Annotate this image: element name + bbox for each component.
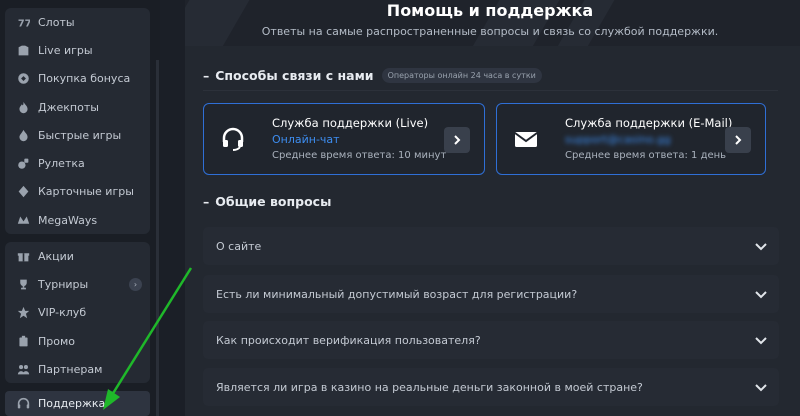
svg-text:77: 77 [17,18,29,28]
sidebar-item-label: Покупка бонуса [38,72,131,86]
sidebar-item-tournaments[interactable]: Турниры › [5,270,150,298]
sidebar-item-label: Поддержка [38,397,106,410]
card-games-icon [16,185,30,199]
email-response-time: Среднее время ответа: 1 день [565,150,727,161]
sidebar-item-label: Live игры [38,43,93,57]
sidebar-item-promo[interactable]: Промо [5,327,150,355]
faq-question: Как происходит верификация пользователя? [216,333,481,347]
sidebar-item-vip-club[interactable]: VIP-клуб [5,299,150,327]
email-support-open-button[interactable] [725,127,751,153]
partners-icon [16,362,30,376]
star-icon [16,306,30,320]
faq-question: Является ли игра в казино на реальные де… [216,380,643,394]
fast-games-icon [16,128,30,142]
jackpot-flame-icon [16,100,30,114]
tournaments-expand-badge[interactable]: › [129,277,142,291]
sidebar-item-promotions[interactable]: Акции [5,242,150,270]
gift-icon [16,249,30,263]
chevron-down-icon [755,384,767,392]
sidebar-item-bonus-buy[interactable]: Покупка бонуса [5,65,150,93]
sidebar: 77 Слоты Live игры Покупка бонуса Джекпо… [0,0,160,416]
faq-item[interactable]: Есть ли минимальный допустимый возраст д… [203,275,779,313]
live-support-title: Служба поддержки (Live) [272,116,429,130]
sidebar-item-label: Карточные игры [38,185,134,199]
mail-icon [513,126,539,152]
roulette-icon [16,157,30,171]
email-support-title: Служба поддержки (E-Mail) [565,116,733,130]
faq-heading-text: Общие вопросы [215,194,332,209]
sidebar-item-support[interactable]: Поддержка [5,391,150,416]
headset-icon [220,126,246,152]
faq-item[interactable]: Является ли игра в казино на реальные де… [203,368,779,406]
chevron-right-icon [454,135,461,145]
sidebar-item-jackpots[interactable]: Джекпоты [5,93,150,121]
sidebar-scrollbar[interactable] [156,60,159,416]
sidebar-item-label: VIP-клуб [38,306,87,320]
sidebar-games-group: 77 Слоты Live игры Покупка бонуса Джекпо… [5,8,150,235]
sidebar-item-label: Акции [38,249,74,263]
faq-section-heading: – Общие вопросы [203,194,332,209]
promo-icon [16,334,30,348]
live-response-time: Среднее время ответа: 10 минут [272,150,447,161]
sidebar-promo-group: Акции Турниры › VIP-клуб Промо Партнерам [5,242,150,384]
contact-section-heading: – Способы связи с нами Операторы онлайн … [203,68,542,83]
live-games-icon [16,43,30,57]
operators-online-badge: Операторы онлайн 24 часа в сутки [381,68,542,83]
trophy-icon [16,277,30,291]
live-support-card[interactable]: Служба поддержки (Live) Онлайн-чат Средн… [203,103,485,175]
chevron-down-icon [755,291,767,299]
support-email-link[interactable]: support@casino.gg [565,133,671,146]
sidebar-item-roulette[interactable]: Рулетка [5,149,150,177]
chevron-right-icon [735,135,742,145]
sidebar-item-label: Партнерам [38,362,103,376]
megaways-icon [16,213,30,227]
live-chat-link[interactable]: Онлайн-чат [272,133,340,146]
bonus-buy-icon [16,72,30,86]
support-page: Помощь и поддержка Ответы на самые распр… [185,0,800,416]
contact-heading-text: Способы связи с нами [215,68,374,83]
slots-icon: 77 [16,15,30,29]
faq-question: Есть ли минимальный допустимый возраст д… [216,287,578,301]
sidebar-item-label: MegaWays [38,213,98,227]
sidebar-item-card-games[interactable]: Карточные игры [5,178,150,206]
email-support-card[interactable]: Служба поддержки (E-Mail) support@casino… [496,103,766,175]
sidebar-item-label: Рулетка [38,157,85,171]
sidebar-item-fast-games[interactable]: Быстрые игры [5,121,150,149]
sidebar-item-label: Быстрые игры [38,128,122,142]
sidebar-item-label: Промо [38,334,76,348]
faq-item[interactable]: О сайте [203,227,779,265]
faq-question: О сайте [216,239,262,253]
chevron-down-icon [755,337,767,345]
live-support-open-button[interactable] [444,127,470,153]
chevron-down-icon [755,243,767,251]
sidebar-item-label: Турниры [38,277,89,291]
page-title: Помощь и поддержка [386,1,594,20]
sidebar-item-megaways[interactable]: MegaWays [5,206,150,234]
sidebar-item-partners[interactable]: Партнерам [5,355,150,383]
divider [203,90,778,91]
page-subtitle: Ответы на самые распространенные вопросы… [261,25,719,38]
faq-item[interactable]: Как происходит верификация пользователя? [203,321,779,359]
sidebar-item-slots[interactable]: 77 Слоты [5,8,150,36]
sidebar-item-live-games[interactable]: Live игры [5,36,150,64]
sidebar-support-group: Поддержка [5,391,150,416]
headset-icon [16,397,30,411]
sidebar-item-label: Слоты [38,15,75,29]
sidebar-item-label: Джекпоты [38,100,99,114]
page-header: Помощь и поддержка Ответы на самые распр… [185,0,800,46]
